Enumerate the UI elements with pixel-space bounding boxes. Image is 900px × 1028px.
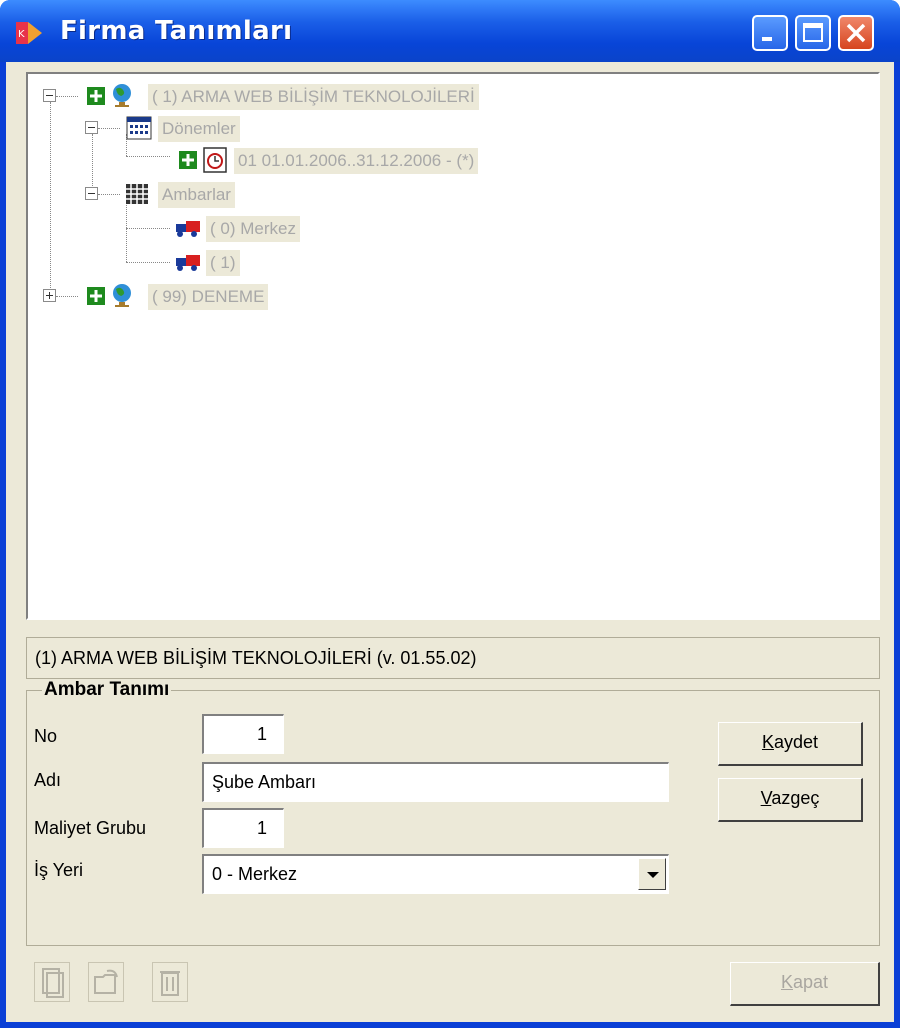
window-title: Firma Tanımları [60, 16, 293, 46]
tree-line [126, 156, 170, 157]
minimize-button[interactable] [752, 15, 788, 51]
add-icon [87, 87, 105, 105]
expand-toggle[interactable] [43, 289, 56, 302]
tree-line [126, 200, 127, 262]
delete-button[interactable] [152, 962, 188, 1002]
adi-label: Adı [34, 770, 62, 790]
globe-icon [113, 284, 131, 307]
tree-line [56, 96, 78, 97]
open-folder-icon [94, 969, 118, 994]
maliyet-grubu-field[interactable]: 1 [202, 808, 284, 848]
tree-line [126, 262, 170, 263]
tree-node-deneme[interactable]: ( 99) DENEME [148, 284, 269, 310]
title-bar[interactable]: K Firma Tanımları [0, 0, 900, 62]
tree-node-ambar-1[interactable]: ( 1) [206, 250, 240, 276]
new-document-icon [42, 968, 64, 998]
tree-node-donemler[interactable]: Dönemler [158, 116, 240, 142]
truck-icon [176, 255, 200, 271]
tree-node-company-1[interactable]: ( 1) ARMA WEB BİLİŞİM TEKNOLOJİLERİ [148, 84, 479, 110]
globe-icon [113, 84, 131, 107]
add-icon [87, 287, 105, 305]
collapse-toggle[interactable] [85, 121, 98, 134]
no-label: No [34, 726, 58, 746]
tree-node-period[interactable]: 01 01.01.2006..31.12.2006 - (*) [234, 148, 479, 174]
svg-text:K: K [18, 29, 25, 40]
tree-line [92, 134, 93, 194]
vazgec-mnemonic: V [760, 788, 772, 808]
new-button[interactable] [34, 962, 70, 1002]
delete-icon [160, 971, 180, 996]
tree-line [56, 296, 78, 297]
warehouse-icon [126, 184, 148, 204]
vazgec-button[interactable]: Vazgeç [718, 778, 863, 822]
is-yeri-select[interactable]: 0 - Merkez [202, 854, 669, 894]
calendar-icon [126, 116, 152, 140]
kaydet-button[interactable]: Kaydet [718, 722, 863, 766]
is-yeri-label: İş Yeri [34, 860, 84, 880]
kapat-label: apat [792, 972, 829, 992]
kapat-button[interactable]: Kapat [730, 962, 880, 1006]
tree-node-ambarlar[interactable]: Ambarlar [158, 182, 235, 208]
chevron-down-icon[interactable] [638, 858, 666, 890]
app-icon: K [16, 22, 42, 44]
open-button[interactable] [88, 962, 124, 1002]
maximize-button[interactable] [795, 15, 831, 51]
collapse-toggle[interactable] [43, 89, 56, 102]
tree-line [126, 228, 170, 229]
close-button[interactable] [838, 15, 874, 51]
window: K Firma Tanımları (1) ARMA WEB BİLİŞİM … [0, 0, 900, 1028]
vazgec-label: azgeç [771, 788, 820, 808]
adi-field[interactable]: Şube Ambarı [202, 762, 669, 802]
add-icon [179, 151, 197, 169]
clock-icon [203, 147, 227, 173]
tree-line [98, 128, 120, 129]
collapse-toggle[interactable] [85, 187, 98, 200]
kapat-mnemonic: K [780, 972, 793, 992]
maximize-icon [803, 23, 823, 42]
kaydet-label: aydet [773, 732, 819, 752]
group-title: Ambar Tanımı [42, 679, 172, 701]
maliyet-grubu-label: Maliyet Grubu [34, 818, 147, 838]
is-yeri-value: 0 - Merkez [212, 864, 298, 884]
close-icon [846, 23, 866, 43]
company-tree[interactable]: ( 1) ARMA WEB BİLİŞİM TEKNOLOJİLERİ Döne… [26, 72, 880, 620]
tree-node-merkez[interactable]: ( 0) Merkez [206, 216, 300, 242]
tree-line [50, 102, 51, 294]
kaydet-mnemonic: K [761, 732, 774, 752]
truck-icon [176, 221, 200, 237]
company-status-panel: (1) ARMA WEB BİLİŞİM TEKNOLOJİLERİ (v. 0… [26, 637, 880, 679]
minimize-icon [762, 37, 772, 41]
no-field[interactable]: 1 [202, 714, 284, 754]
tree-line [98, 194, 120, 195]
